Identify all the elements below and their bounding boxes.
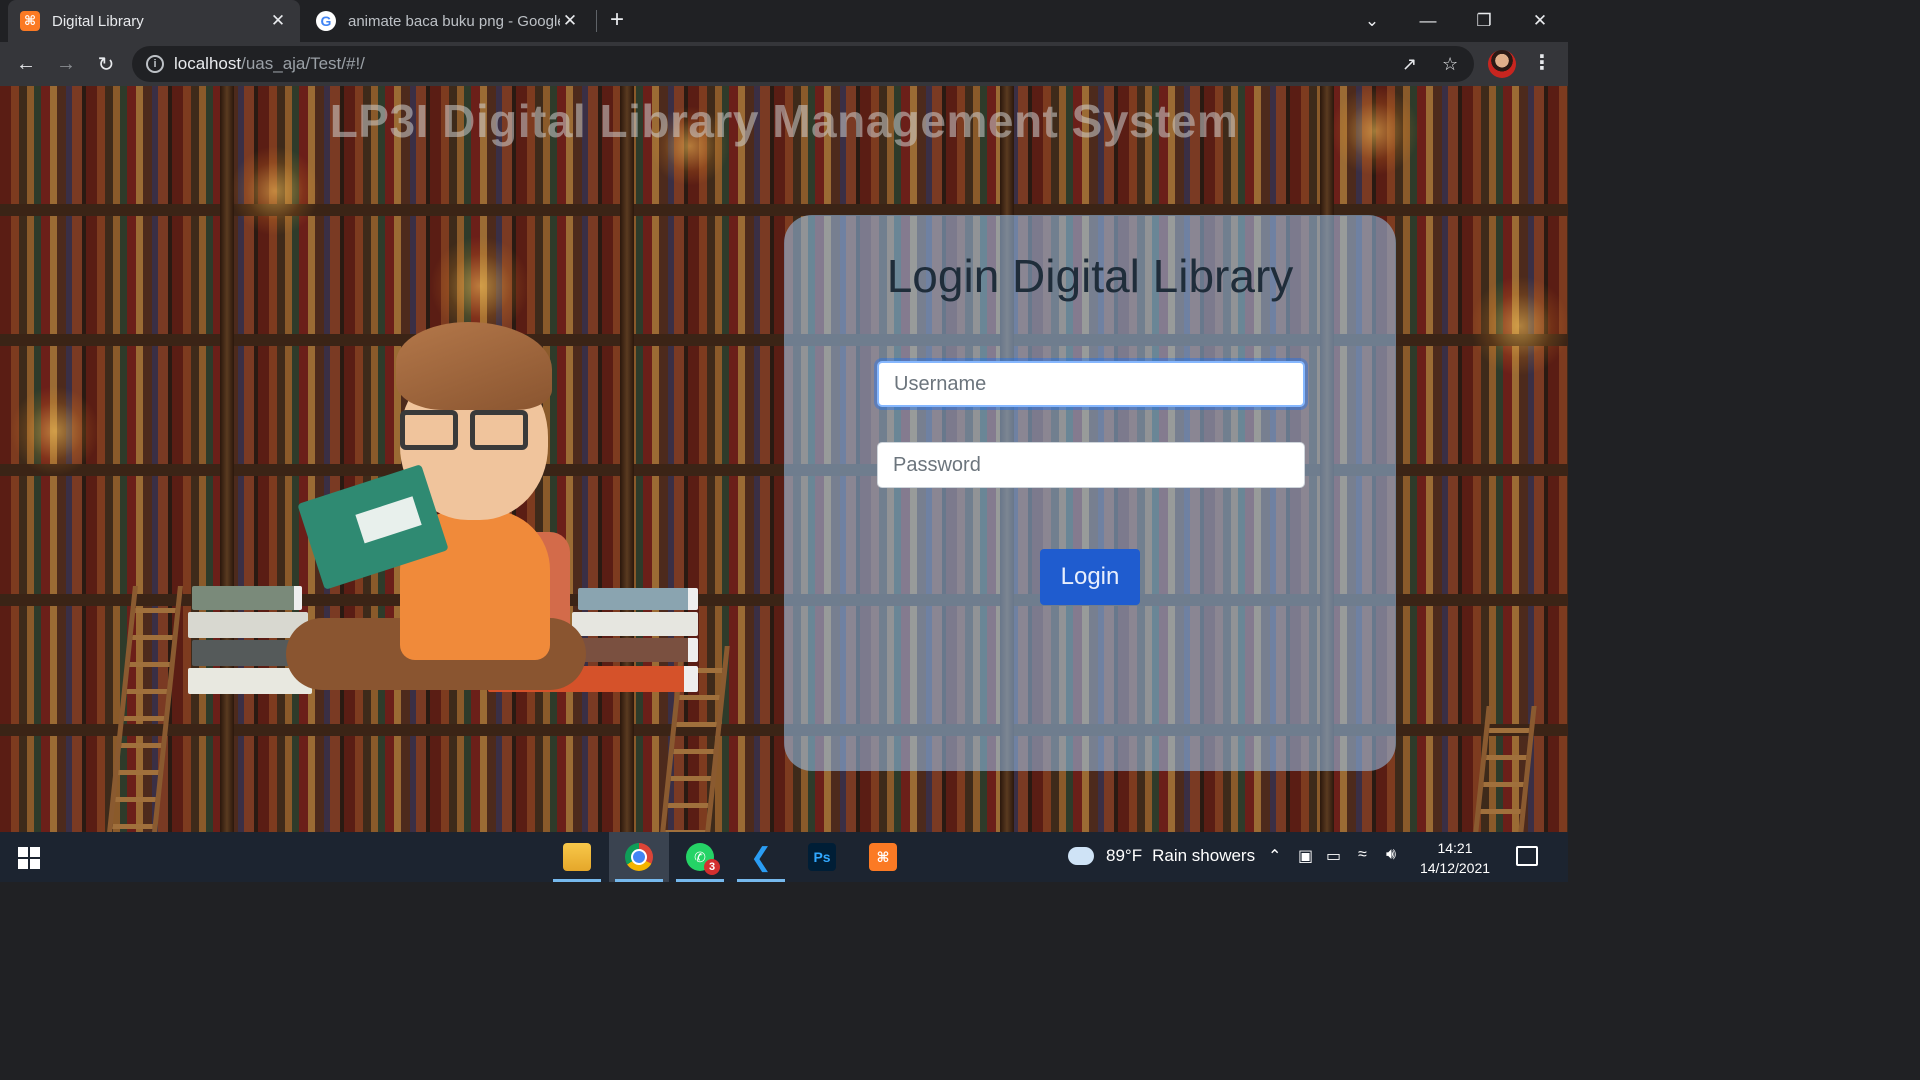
book-stack [192,586,302,610]
device-icon[interactable]: ▣ [1298,846,1313,866]
forward-icon[interactable]: → [52,50,80,78]
browser-tab-bar: ⌘ Digital Library ✕ G animate baca buku … [0,0,1568,42]
back-icon[interactable]: ← [12,50,40,78]
windows-start-icon[interactable] [18,847,40,869]
url-text: localhost/uas_aja/Test/#!/ [174,54,365,73]
taskbar-whatsapp[interactable]: ✆ 3 [670,832,730,882]
notification-center-icon[interactable] [1516,846,1538,866]
book-stack [188,612,308,638]
close-tab-icon[interactable]: ✕ [560,11,580,31]
taskbar-photoshop[interactable]: Ps [792,832,852,882]
weather-desc: Rain showers [1152,846,1256,865]
taskbar-xampp[interactable]: ⌘ [853,832,913,882]
tab-title: animate baca buku png - Google [348,12,560,30]
photoshop-icon: Ps [808,843,836,871]
chrome-icon [625,843,653,871]
close-tab-icon[interactable]: ✕ [268,11,288,31]
whatsapp-icon: ✆ 3 [686,843,720,875]
new-tab-button[interactable]: + [610,6,624,34]
taskbar: ✆ 3 ❮ Ps ⌘ 89°F Rain showers ⌃ ▣ ▭ ≈ 🔊︎ 1… [0,832,1568,882]
tab-google-search[interactable]: G animate baca buku png - Google ✕ [304,0,592,42]
tab-search-icon[interactable]: ⌄ [1344,0,1400,42]
candle-glow [230,146,320,236]
profile-avatar[interactable] [1488,50,1516,78]
volume-icon[interactable]: 🔊︎ [1386,846,1396,864]
candle-glow [430,236,530,336]
tab-digital-library[interactable]: ⌘ Digital Library ✕ [8,0,300,42]
password-field[interactable] [877,442,1305,488]
restore-button[interactable]: ❐ [1456,0,1512,42]
login-card: Login Digital Library Login [784,215,1396,771]
login-button[interactable]: Login [1040,549,1140,605]
reload-icon[interactable]: ↻ [92,50,120,78]
username-field[interactable] [877,361,1305,407]
file-explorer-icon [563,843,591,871]
notification-badge: 3 [704,859,720,875]
clock-date: 14/12/2021 [1419,860,1491,876]
candle-glow [1470,276,1568,376]
google-icon: G [316,11,336,31]
library-page: LP3I Digital Library Management System L… [0,86,1568,832]
library-ladder [107,586,183,832]
wifi-icon[interactable]: ≈ [1358,846,1367,864]
taskbar-file-explorer[interactable] [547,832,607,882]
glasses-icon [470,410,528,450]
minimize-button[interactable]: — [1400,0,1456,42]
taskbar-chrome[interactable] [609,832,669,882]
hair [396,322,552,410]
weather-temp: 89°F [1106,846,1143,865]
taskbar-vscode[interactable]: ❮ [731,832,791,882]
share-icon[interactable]: ↗ [1402,54,1417,75]
tab-title: Digital Library [52,12,144,30]
library-ladder [1473,706,1537,832]
site-info-icon[interactable]: i [146,55,164,73]
book-stack [578,588,698,610]
candle-glow [10,386,100,476]
login-title: Login Digital Library [886,250,1294,302]
book-stack [576,638,698,662]
vscode-icon: ❮ [750,841,772,872]
clock-time: 14:21 [1437,840,1473,856]
menu-icon[interactable]: ⋮ [1532,50,1552,75]
address-bar[interactable]: i localhost/uas_aja/Test/#!/ ↗ ☆ [132,46,1474,82]
xampp-icon: ⌘ [20,11,40,31]
tab-separator [596,10,597,32]
chevron-up-icon[interactable]: ⌃ [1268,846,1281,866]
book-stack [572,612,698,636]
close-window-button[interactable]: ✕ [1512,0,1568,42]
browser-toolbar: ← → ↻ i localhost/uas_aja/Test/#!/ ↗ ☆ ⋮ [0,42,1568,86]
site-title: LP3I Digital Library Management System [329,95,1239,147]
rain-cloud-icon [1068,847,1094,865]
reading-boy-illustration [188,322,704,702]
battery-icon[interactable]: ▭ [1326,846,1341,866]
bookmark-star-icon[interactable]: ☆ [1442,54,1458,75]
glasses-icon [400,410,458,450]
weather-widget[interactable]: 89°F Rain showers [1068,846,1255,866]
system-clock[interactable]: 14:21 14/12/2021 [1410,838,1500,878]
xampp-icon: ⌘ [869,843,897,871]
